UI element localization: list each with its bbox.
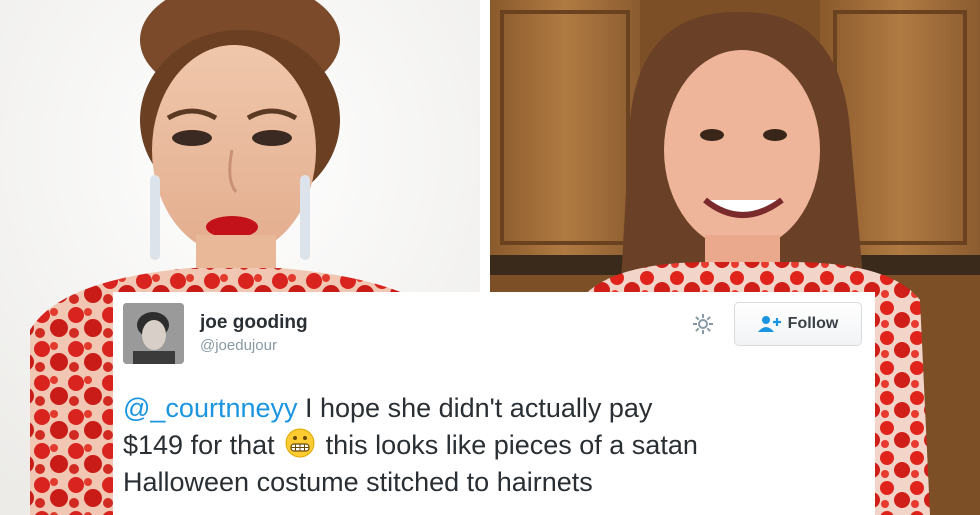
user-handle[interactable]: @joedujour [200, 337, 277, 354]
tweet-card: joe gooding @joedujour Follow @_courtnne… [113, 292, 875, 515]
avatar-photo [123, 303, 184, 364]
gear-icon[interactable] [691, 312, 715, 336]
add-user-icon [757, 316, 781, 332]
follow-button[interactable]: Follow [734, 302, 862, 346]
tweet-text-line2-start: $149 for that [123, 430, 275, 460]
grimacing-face-icon [285, 428, 315, 458]
avatar[interactable] [123, 303, 184, 364]
tweet-text: @_courtnneyy I hope she didn't actually … [123, 390, 871, 501]
tweet-text-line2-end: this looks like pieces of a satan [325, 430, 698, 460]
user-name[interactable]: joe gooding [200, 312, 308, 334]
tweet-text-line1: I hope she didn't actually pay [297, 393, 653, 423]
follow-label: Follow [787, 315, 839, 332]
tweet-text-line3: Halloween costume stitched to hairnets [123, 467, 593, 497]
mention-link[interactable]: @_courtnneyy [123, 393, 298, 423]
